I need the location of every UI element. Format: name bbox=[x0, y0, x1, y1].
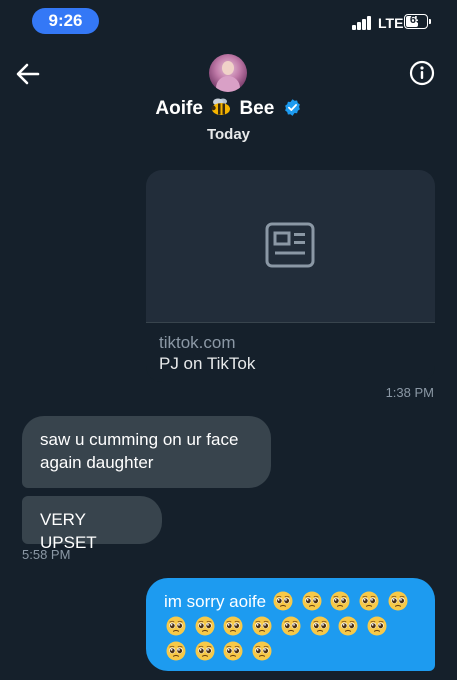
pleading-face-emoji bbox=[338, 616, 358, 636]
info-icon[interactable] bbox=[409, 60, 435, 86]
link-preview-image bbox=[146, 170, 435, 322]
outgoing-message-content: im sorry aoife bbox=[164, 589, 417, 664]
avatar-body bbox=[216, 76, 240, 92]
battery-cap bbox=[429, 19, 431, 24]
pleading-face-emoji bbox=[302, 591, 322, 611]
link-domain: tiktok.com bbox=[159, 333, 236, 352]
incoming-message[interactable]: VERY UPSET bbox=[22, 496, 162, 552]
contact-first-name: Aoife bbox=[155, 98, 203, 119]
pleading-face-emoji bbox=[195, 616, 215, 636]
status-time: 9:26 bbox=[32, 8, 99, 34]
battery-level: 65 bbox=[409, 14, 423, 26]
news-article-icon bbox=[265, 222, 315, 268]
network-label: LTE bbox=[378, 15, 404, 31]
contact-name[interactable]: Aoife Bee bbox=[0, 96, 457, 122]
pleading-face-emoji bbox=[223, 616, 243, 636]
pleading-face-emoji bbox=[166, 616, 186, 636]
bee-icon bbox=[210, 98, 232, 116]
avatar[interactable] bbox=[209, 54, 247, 92]
pleading-face-emoji bbox=[273, 591, 293, 611]
status-bar: 9:26 LTE 65 bbox=[0, 0, 457, 44]
message-timestamp: 1:38 PM bbox=[385, 385, 434, 400]
link-divider bbox=[146, 322, 435, 323]
message-timestamp: 5:58 PM bbox=[22, 547, 71, 562]
pleading-face-emoji bbox=[310, 616, 330, 636]
pleading-face-emoji bbox=[223, 641, 243, 661]
incoming-message[interactable]: saw u cumming on ur face again daughter bbox=[22, 416, 271, 488]
back-arrow-icon[interactable] bbox=[14, 60, 42, 88]
battery-icon: 65 bbox=[404, 14, 428, 29]
pleading-face-emoji bbox=[166, 641, 186, 661]
outgoing-message-text: im sorry aoife bbox=[164, 592, 267, 611]
link-card[interactable]: tiktok.com PJ on TikTok bbox=[146, 170, 435, 382]
pleading-face-emoji bbox=[330, 591, 350, 611]
pleading-face-emoji bbox=[252, 641, 272, 661]
signal-icon bbox=[352, 16, 374, 30]
pleading-face-emoji bbox=[281, 616, 301, 636]
pleading-face-emoji bbox=[367, 616, 387, 636]
date-divider: Today bbox=[206, 126, 251, 143]
avatar-head bbox=[222, 61, 234, 75]
pleading-face-emoji bbox=[195, 641, 215, 661]
outgoing-message[interactable]: im sorry aoife bbox=[146, 578, 435, 671]
link-title: PJ on TikTok bbox=[159, 354, 256, 373]
contact-last-name: Bee bbox=[239, 98, 275, 119]
pleading-face-emoji bbox=[359, 591, 379, 611]
verified-badge-icon bbox=[283, 98, 302, 117]
pleading-face-emoji bbox=[388, 591, 408, 611]
pleading-face-emoji bbox=[252, 616, 272, 636]
